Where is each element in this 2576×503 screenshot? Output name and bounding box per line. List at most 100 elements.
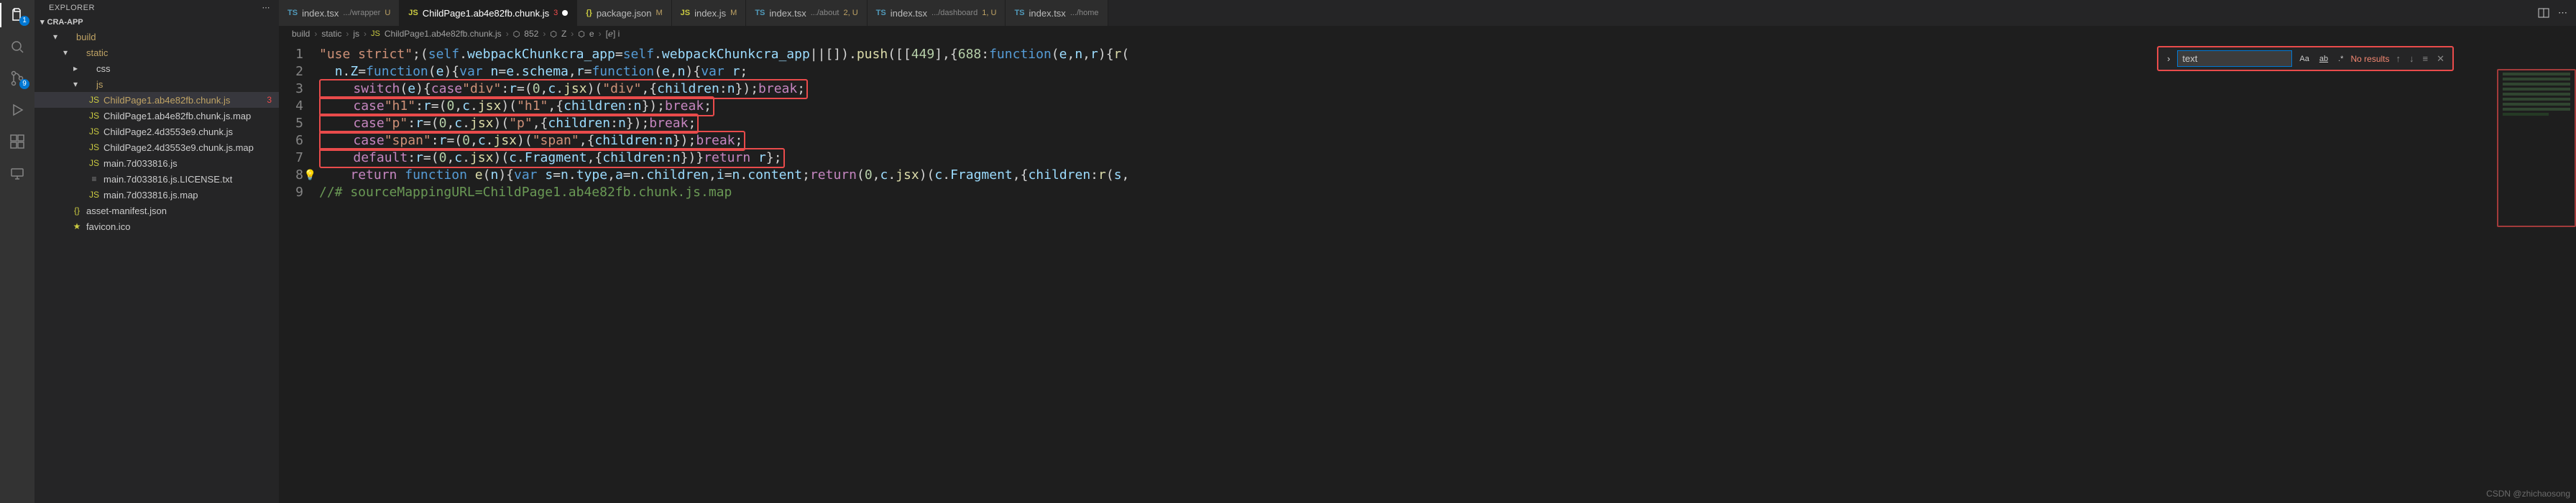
file-type-icon: TS [876, 9, 886, 17]
find-widget: › Aa ab .* No results ↑ ↓ ≡ ✕ [2157, 46, 2454, 71]
find-close-icon[interactable]: ✕ [2434, 53, 2447, 65]
chevron-icon: ▾ [60, 47, 70, 57]
tab-path: .../about [811, 9, 840, 17]
file-type-icon: {} [586, 9, 592, 17]
tab-label: index.js [694, 8, 726, 19]
file-type-icon: JS [681, 9, 690, 17]
minimap[interactable] [2497, 69, 2576, 227]
dirty-indicator-icon [562, 10, 568, 16]
source-control-icon[interactable]: 9 [8, 69, 27, 88]
tab-label: index.tsx [769, 8, 806, 19]
search-icon[interactable] [8, 37, 27, 56]
editor-tab[interactable]: {}package.jsonM [577, 0, 671, 26]
find-results: No results [2350, 54, 2389, 64]
tree-item[interactable]: JSmain.7d033816.js [34, 155, 279, 171]
code-line[interactable]: 6 case"span":r=(0,c.jsx)("span",{childre… [279, 132, 2576, 149]
run-debug-icon[interactable] [8, 101, 27, 119]
tree-badge: 3 [267, 95, 279, 105]
tree-item[interactable]: ▾build [34, 29, 279, 45]
file-type-icon: JS [408, 9, 418, 17]
tree-label: js [96, 79, 279, 90]
file-type-icon: TS [755, 9, 765, 17]
tree-item[interactable]: JSChildPage2.4d3553e9.chunk.js [34, 124, 279, 139]
find-expand-icon[interactable]: › [2164, 53, 2173, 64]
chevron-icon: ▾ [50, 32, 60, 42]
breadcrumb-item[interactable]: static [321, 29, 341, 39]
code-line[interactable]: 9//# sourceMappingURL=ChildPage1.ab4e82f… [279, 184, 2576, 201]
editor-tab[interactable]: TSindex.tsx.../wrapperU [279, 0, 400, 26]
breadcrumb-item[interactable]: e [589, 29, 594, 39]
breadcrumb-icon: ⬡ [550, 29, 557, 39]
breadcrumb-item[interactable]: ChildPage1.ab4e82fb.chunk.js [385, 29, 502, 39]
tree-item[interactable]: ▾static [34, 45, 279, 60]
sidebar-more-icon[interactable]: ⋯ [262, 3, 271, 12]
line-number: 9 [279, 184, 319, 201]
chevron-right-icon: › [346, 29, 349, 39]
tree-item[interactable]: ▾js [34, 76, 279, 92]
tree-item[interactable]: JSmain.7d033816.js.map [34, 187, 279, 203]
file-icon: ★ [70, 221, 83, 231]
tree-item[interactable]: ★favicon.ico [34, 218, 279, 234]
match-word-icon[interactable]: ab [2317, 53, 2331, 65]
tree-item[interactable]: JSChildPage2.4d3553e9.chunk.js.map [34, 139, 279, 155]
code-line[interactable]: 5 case"p":r=(0,c.jsx)("p",{children:n});… [279, 115, 2576, 132]
code-line[interactable]: 💡8 return function e(n){var s=n.type,a=n… [279, 167, 2576, 184]
breadcrumb-item[interactable]: build [292, 29, 310, 39]
code-line[interactable]: 7 default:r=(0,c.jsx)(c.Fragment,{childr… [279, 149, 2576, 167]
tab-path: .../wrapper [343, 9, 380, 17]
breadcrumb-icon: JS [371, 29, 380, 38]
file-icon: JS [88, 126, 101, 137]
find-input[interactable] [2177, 50, 2292, 67]
remote-icon[interactable] [8, 164, 27, 183]
match-case-icon[interactable]: Aa [2296, 53, 2312, 65]
breadcrumb-item[interactable]: [ℯ] i [606, 29, 620, 39]
code-line[interactable]: 4 case"h1":r=(0,c.jsx)("h1",{children:n}… [279, 98, 2576, 115]
tree-item[interactable]: ▸css [34, 60, 279, 76]
tree-item[interactable]: JSChildPage1.ab4e82fb.chunk.js3 [34, 92, 279, 108]
editor-tab[interactable]: TSindex.tsx.../dashboard1, U [868, 0, 1006, 26]
tab-label: ChildPage1.ab4e82fb.chunk.js [423, 8, 549, 19]
tree-label: ChildPage1.ab4e82fb.chunk.js.map [104, 111, 279, 121]
breadcrumb[interactable]: build›static›js›JSChildPage1.ab4e82fb.ch… [279, 26, 2576, 42]
split-editor-icon[interactable] [2538, 7, 2549, 19]
find-selection-icon[interactable]: ≡ [2421, 53, 2431, 64]
tree-label: asset-manifest.json [86, 206, 279, 216]
watermark: CSDN @zhichaosong [2486, 489, 2570, 499]
extensions-icon[interactable] [8, 132, 27, 151]
editor-tab[interactable]: JSChildPage1.ab4e82fb.chunk.js3 [400, 0, 577, 26]
chevron-right-icon: › [571, 29, 574, 39]
find-next-icon[interactable]: ↓ [2407, 53, 2416, 64]
breadcrumb-item[interactable]: 852 [524, 29, 538, 39]
more-actions-icon[interactable]: ⋯ [2558, 7, 2567, 19]
tree-label: main.7d033816.js [104, 158, 279, 169]
breadcrumb-icon: ⬡ [578, 29, 585, 39]
tree-label: ChildPage2.4d3553e9.chunk.js [104, 126, 279, 137]
tab-status: U [385, 9, 390, 17]
editor-tab[interactable]: JSindex.jsM [672, 0, 747, 26]
file-icon: JS [88, 111, 101, 121]
chevron-icon: ▸ [70, 63, 80, 73]
editor-tab[interactable]: TSindex.tsx.../about2, U [746, 0, 867, 26]
tab-label: index.tsx [891, 8, 927, 19]
file-tree: ▾build▾static▸css▾jsJSChildPage1.ab4e82f… [34, 29, 279, 503]
explorer-sidebar: EXPLORER ⋯ ▾ CRA-APP ▾build▾static▸css▾j… [34, 0, 279, 503]
explorer-icon[interactable]: 1 [8, 6, 27, 24]
line-number: 5 [279, 115, 319, 132]
line-number: 💡8 [279, 167, 319, 184]
breadcrumb-item[interactable]: js [353, 29, 359, 39]
code-line[interactable]: 3 switch(e){case"div":r=(0,c.jsx)("div",… [279, 80, 2576, 98]
find-prev-icon[interactable]: ↑ [2394, 53, 2404, 64]
tree-item[interactable]: {}asset-manifest.json [34, 203, 279, 218]
tree-item[interactable]: JSChildPage1.ab4e82fb.chunk.js.map [34, 108, 279, 124]
tab-path: .../home [1070, 9, 1099, 17]
editor-tab[interactable]: TSindex.tsx.../home [1006, 0, 1108, 26]
tree-item[interactable]: ≡main.7d033816.js.LICENSE.txt [34, 171, 279, 187]
regex-icon[interactable]: .* [2335, 53, 2346, 65]
project-root[interactable]: ▾ CRA-APP [34, 15, 279, 29]
lightbulb-icon[interactable]: 💡 [304, 167, 316, 184]
code-text: "use strict";(self.webpackChunkcra_app=s… [319, 46, 1129, 63]
breadcrumb-item[interactable]: Z [561, 29, 566, 39]
tab-label: index.tsx [1029, 8, 1066, 19]
tree-label: favicon.ico [86, 221, 279, 232]
file-type-icon: TS [288, 9, 298, 17]
